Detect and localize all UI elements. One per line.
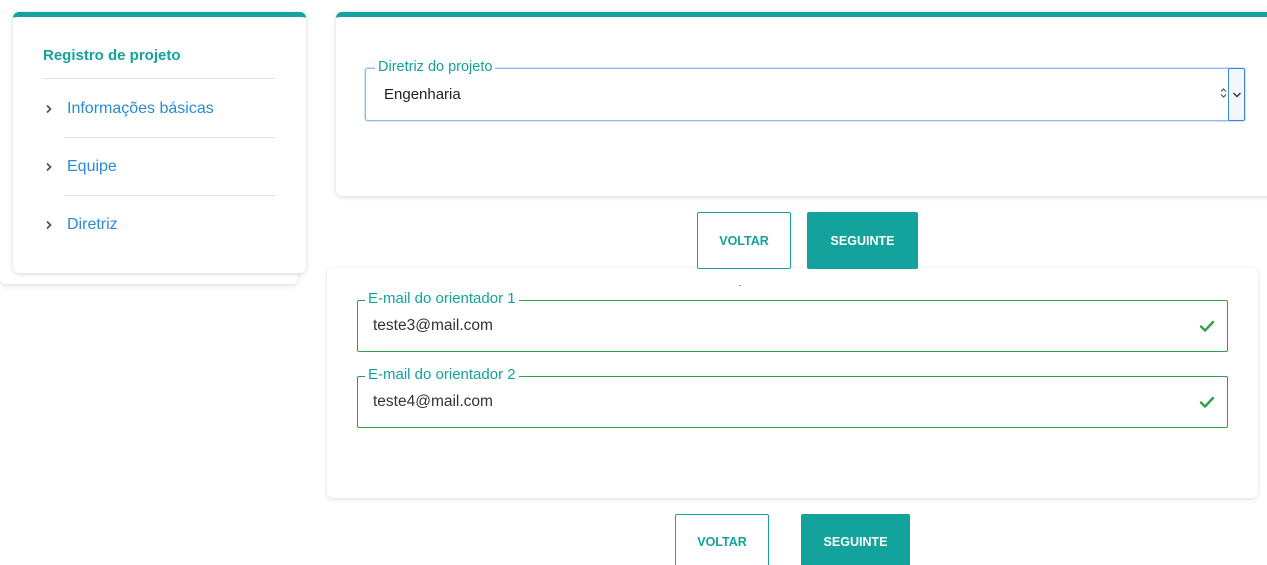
team-back-button[interactable]: VOLTAR — [675, 514, 769, 565]
page: Registro de projeto Informações básicas … — [0, 0, 1267, 565]
chevron-right-icon — [45, 162, 57, 172]
check-icon — [1199, 320, 1215, 332]
chevron-down-icon — [1232, 92, 1241, 97]
chevron-right-icon — [45, 104, 57, 114]
directive-step-card: Diretriz do projeto Engenharia — [336, 12, 1267, 196]
advisor-2-email-label: E-mail do orientador 2 — [365, 366, 519, 383]
advisor-1-email-label: E-mail do orientador 1 — [365, 290, 519, 307]
sidebar-item-label: Diretriz — [67, 216, 118, 233]
project-directive-select[interactable]: Diretriz do projeto Engenharia — [365, 59, 1245, 121]
advisor-2-email-field[interactable]: E-mail do orientador 2 teste4@mail.com — [357, 366, 1228, 428]
sidebar-item-diretriz[interactable]: Diretriz — [45, 212, 118, 238]
advisor-1-email-field[interactable]: E-mail do orientador 1 teste3@mail.com — [357, 290, 1228, 352]
project-directive-value: Engenharia — [384, 86, 461, 103]
chevron-right-icon — [45, 220, 57, 230]
sidebar-divider — [43, 78, 275, 79]
sidebar-item-label: Informações básicas — [67, 100, 214, 117]
team-next-button[interactable]: SEGUINTE — [801, 514, 910, 565]
sidebar-divider — [64, 137, 275, 138]
separator-dot — [739, 285, 741, 286]
advisor-2-email-value[interactable]: teste4@mail.com — [373, 393, 493, 411]
sidebar-title: Registro de projeto — [43, 47, 181, 64]
up-down-arrows-icon — [1220, 87, 1227, 99]
advisor-1-email-value[interactable]: teste3@mail.com — [373, 317, 493, 335]
select-dropdown-button[interactable] — [1228, 68, 1245, 121]
sidebar: Registro de projeto Informações básicas … — [13, 12, 306, 273]
sidebar-divider — [64, 195, 275, 196]
sidebar-item-equipe[interactable]: Equipe — [45, 154, 117, 180]
directive-back-button[interactable]: VOLTAR — [697, 212, 791, 269]
sidebar-item-informacoes-basicas[interactable]: Informações básicas — [45, 96, 214, 122]
directive-next-button[interactable]: SEGUINTE — [807, 212, 918, 269]
sidebar-item-label: Equipe — [67, 158, 117, 175]
project-directive-label: Diretriz do projeto — [375, 59, 496, 75]
check-icon — [1199, 396, 1215, 408]
